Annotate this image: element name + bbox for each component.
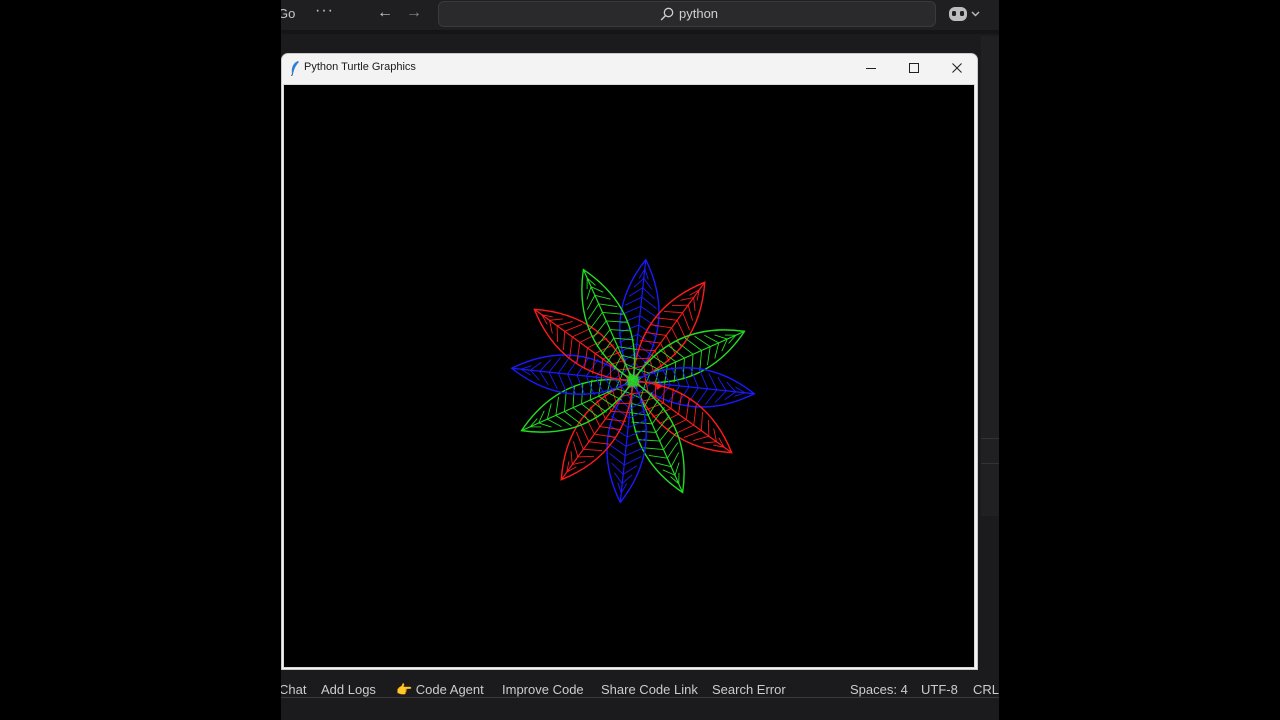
status-encoding[interactable]: UTF-8	[921, 682, 958, 697]
divider	[281, 697, 999, 698]
vscode-titlebar: Go ··· ← → python	[281, 0, 999, 30]
status-code-agent[interactable]: 👉 Code Agent	[396, 682, 484, 698]
turtle-canvas[interactable]	[283, 84, 975, 668]
minimize-button[interactable]	[850, 54, 892, 84]
side-panel	[981, 36, 999, 516]
status-spaces[interactable]: Spaces: 4	[850, 682, 908, 697]
command-center-text: python	[679, 6, 719, 21]
divider	[981, 463, 999, 464]
divider	[981, 438, 999, 439]
maximize-icon	[909, 63, 919, 73]
maximize-button[interactable]	[893, 54, 935, 84]
search-icon	[660, 7, 674, 21]
back-arrow-icon[interactable]: ←	[377, 4, 393, 22]
status-search-error[interactable]: Search Error	[712, 682, 786, 697]
forward-arrow-icon[interactable]: →	[406, 4, 422, 22]
tab-strip	[281, 30, 999, 34]
vscode-stage: Go ··· ← → python Python Turtle Graphics…	[281, 0, 999, 720]
feather-icon	[291, 61, 299, 76]
window-title: Python Turtle Graphics	[304, 61, 416, 73]
flower-drawing	[510, 258, 756, 504]
status-improve-code[interactable]: Improve Code	[502, 682, 584, 697]
flower-petal	[618, 258, 660, 383]
command-center-search[interactable]: python	[438, 1, 936, 27]
more-menu-icon[interactable]: ···	[315, 2, 334, 20]
turtle-graphics-window[interactable]: Python Turtle Graphics	[281, 53, 978, 670]
status-line-ending[interactable]: CRLF	[973, 682, 999, 697]
flower-petal	[631, 366, 756, 408]
flower-petal	[606, 379, 648, 504]
status-add-logs[interactable]: Add Logs	[321, 682, 376, 697]
window-titlebar[interactable]: Python Turtle Graphics	[282, 54, 977, 84]
status-share-code-link[interactable]: Share Code Link	[601, 682, 698, 697]
go-menu[interactable]: Go	[281, 6, 295, 21]
flower-petal	[510, 354, 635, 396]
minimize-icon	[866, 68, 876, 69]
status-chat[interactable]: Chat	[281, 682, 306, 697]
close-icon	[952, 63, 962, 73]
flower-center	[627, 375, 639, 387]
copilot-icon[interactable]	[947, 4, 983, 24]
close-button[interactable]	[936, 54, 977, 84]
